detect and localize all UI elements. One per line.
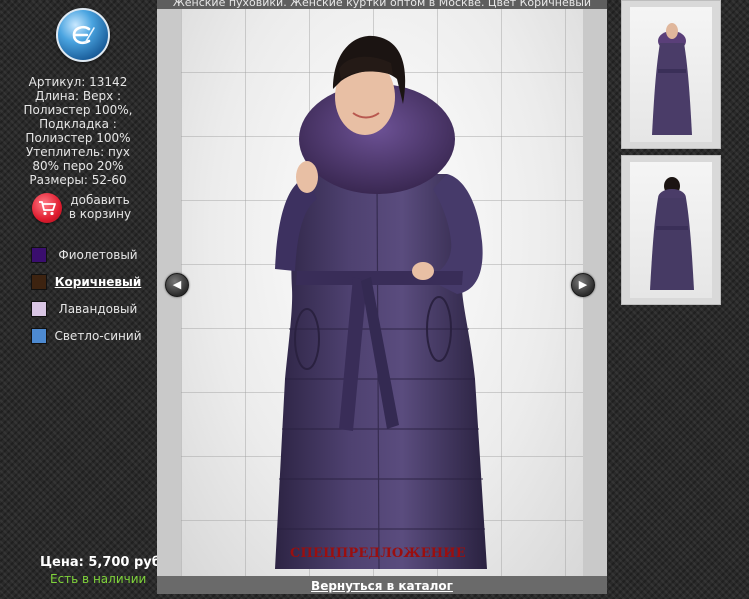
color-label-lavender[interactable]: Лавандовый bbox=[52, 301, 144, 317]
special-offer-label: СПЕЦПРЕДЛОЖЕНИЕ bbox=[290, 546, 466, 561]
thumbnail-image bbox=[630, 7, 712, 142]
thumbnail-back[interactable] bbox=[621, 155, 721, 305]
thumbnail-image bbox=[630, 162, 712, 298]
cart-label-line: в корзину bbox=[68, 207, 132, 221]
color-swatch-brown[interactable] bbox=[31, 274, 47, 290]
thumbnail-figure bbox=[652, 23, 692, 135]
chevron-right-icon: ▶ bbox=[578, 278, 588, 291]
detail-line: Полиэстер 100% bbox=[25, 131, 131, 145]
color-label-violet[interactable]: Фиолетовый bbox=[52, 247, 144, 263]
prev-image-button[interactable]: ◀ bbox=[165, 273, 189, 297]
color-label-light-blue[interactable]: Светло-синий bbox=[52, 328, 144, 344]
color-swatch-lavender[interactable] bbox=[31, 301, 47, 317]
detail-line: Размеры: 52-60 bbox=[29, 173, 127, 187]
cart-label-line: добавить bbox=[70, 193, 130, 207]
cart-icon bbox=[39, 201, 56, 216]
detail-line: 80% перо 20% bbox=[32, 159, 124, 173]
detail-line: Длина: Верх : bbox=[34, 89, 122, 103]
stock-status: Есть в наличии bbox=[50, 572, 147, 586]
main-product-photo: ◀ ▶ bbox=[157, 9, 607, 576]
logo-icon bbox=[72, 25, 95, 45]
next-image-button[interactable]: ▶ bbox=[571, 273, 595, 297]
price-label: Цена: 5,700 руб. bbox=[40, 555, 166, 570]
model-photo bbox=[275, 35, 487, 570]
color-swatch-light-blue[interactable] bbox=[31, 328, 47, 344]
add-to-cart-button[interactable] bbox=[32, 193, 62, 223]
add-to-cart-label[interactable]: добавить в корзину bbox=[64, 193, 136, 221]
site-logo[interactable] bbox=[56, 8, 110, 62]
detail-line: Полиэстер 100%, bbox=[23, 103, 133, 117]
detail-line: Подкладка : bbox=[39, 117, 117, 131]
color-label-brown[interactable]: Коричневый bbox=[52, 274, 144, 290]
product-info: Артикул: 13142 Длина: Верх : Полиэстер 1… bbox=[18, 75, 138, 187]
back-to-catalog-link[interactable]: Вернуться в каталог bbox=[311, 579, 453, 593]
color-swatch-violet[interactable] bbox=[31, 247, 47, 263]
detail-line: Утеплитель: пух bbox=[25, 145, 131, 159]
chevron-left-icon: ◀ bbox=[172, 278, 182, 291]
thumbnail-front[interactable] bbox=[621, 0, 721, 149]
article-number: Артикул: 13142 bbox=[28, 75, 128, 89]
back-to-catalog-bar: Вернуться в каталог bbox=[157, 576, 607, 594]
page-caption: Женские пуховики. Женские куртки оптом в… bbox=[157, 0, 607, 9]
thumbnail-figure bbox=[650, 177, 694, 290]
